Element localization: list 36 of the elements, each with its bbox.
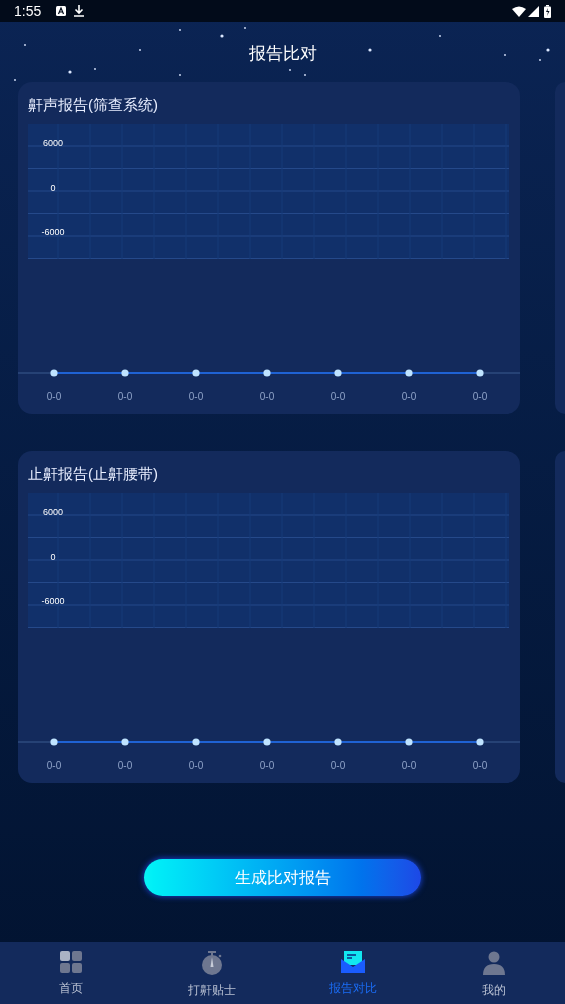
axis-label: 0-0 — [258, 390, 276, 404]
grid-icon — [59, 951, 82, 973]
axis-label: 0-0 — [187, 759, 205, 773]
nav-tab[interactable]: 我的 — [423, 942, 565, 1004]
signal-icon — [528, 5, 539, 17]
axis-label: 0-0 — [45, 759, 63, 773]
axis-label: 0-0 — [258, 759, 276, 773]
axis-label: 0-0 — [329, 759, 347, 773]
axis-label: 0-0 — [116, 390, 134, 404]
axis-tick-label: 6000 — [42, 506, 64, 519]
axis-label: 0-0 — [471, 390, 489, 404]
axis-label: 0-0 — [329, 390, 347, 404]
axis-label: 0-0 — [471, 759, 489, 773]
keyboard-notification-icon — [56, 6, 67, 16]
download-icon — [74, 5, 85, 17]
card-title: 止鼾报告(止鼾腰带) — [28, 464, 158, 484]
axis-label: 0-0 — [116, 759, 134, 773]
axis-label: 0-0 — [400, 390, 418, 404]
page-title: 报告比对 — [248, 43, 317, 66]
axis-label: 0-0 — [400, 759, 418, 773]
axis-tick-label: -6000 — [40, 226, 66, 239]
nav-tab[interactable]: 打鼾贴士 — [141, 942, 283, 1004]
axis-tick-label: 0 — [49, 551, 57, 564]
battery-icon — [544, 4, 551, 18]
nav-tab[interactable]: 首页 — [0, 942, 142, 1004]
axis-tick-label: 6000 — [42, 137, 64, 150]
card-title: 鼾声报告(筛查系统) — [28, 95, 158, 115]
axis-label: 0-0 — [45, 390, 63, 404]
wifi-icon — [512, 5, 526, 17]
axis-tick-label: 0 — [49, 182, 57, 195]
axis-label: 0-0 — [187, 390, 205, 404]
envelope-icon — [341, 951, 366, 973]
status-time: 1:55 — [14, 1, 42, 21]
stopwatch-icon — [200, 951, 223, 975]
axis-tick-label: -6000 — [40, 595, 66, 608]
person-icon — [482, 951, 507, 975]
